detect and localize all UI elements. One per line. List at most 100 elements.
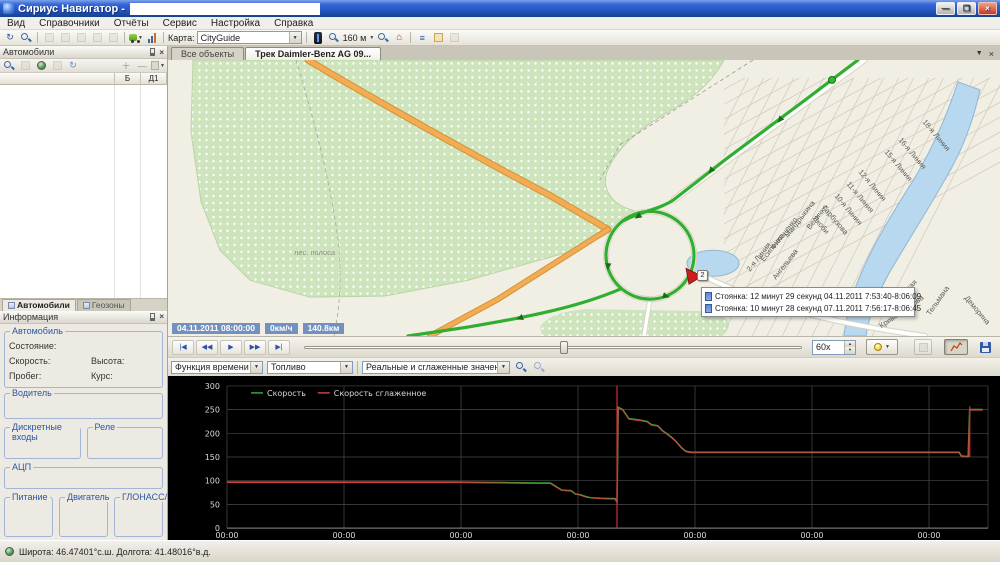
slider-thumb[interactable] (560, 341, 568, 354)
driver-groupbox-label: Водитель (10, 388, 54, 398)
save-button[interactable] (976, 339, 994, 355)
column-d1[interactable]: Д1 (141, 73, 167, 84)
home-icon[interactable]: ⌂ (392, 31, 406, 44)
notes-icon[interactable] (431, 31, 445, 44)
glonass-groupbox: ГЛОНАСС/GPS (114, 497, 163, 537)
columns-icon (106, 31, 120, 44)
playback-speed-spinner[interactable]: 60x ▲▼ (812, 340, 856, 355)
search-icon[interactable] (19, 31, 33, 44)
chart-bars-icon[interactable] (145, 31, 159, 44)
relay-label: Реле (93, 422, 118, 432)
zoom-level-value: 160 м (343, 33, 367, 43)
tab-geozones-label: Геозоны (92, 300, 125, 310)
menu-servis[interactable]: Сервис (156, 18, 204, 29)
stop-count-badge[interactable]: 2 (697, 270, 708, 281)
parameter-select[interactable]: Топливо ▼ (267, 361, 353, 374)
speed-chart: 05010015020025030000:0000:0000:0000:0000… (168, 376, 1000, 540)
vehicle-list[interactable] (0, 85, 167, 298)
spin-down-icon[interactable]: ▼ (845, 347, 855, 354)
tab-close-icon[interactable]: × (989, 49, 994, 59)
relay-groupbox: Реле (87, 427, 164, 459)
chevron-down-icon[interactable]: ▼ (885, 344, 890, 350)
vehicles-panel-title: Автомобили (3, 47, 54, 57)
area-label: лес. полоса (294, 248, 335, 257)
vehicle-groupbox-label: Автомобиль (10, 326, 65, 336)
column-b[interactable]: Б (115, 73, 141, 84)
restore-button[interactable]: ❐ (957, 2, 976, 15)
state-label: Состояние: (9, 341, 91, 351)
tips-button[interactable]: ▼ (866, 339, 898, 355)
pin-icon[interactable] (150, 313, 155, 321)
zoom-level-dropdown-icon[interactable]: ▼ (369, 35, 374, 41)
function-select[interactable]: Функция времени ▼ (171, 361, 263, 374)
menu-otchety[interactable]: Отчёты (107, 18, 156, 29)
values-mode-select[interactable]: Реальные и сглаженные значени ▼ (362, 361, 510, 374)
copy-icon (74, 31, 88, 44)
skip-end-button[interactable]: ▶| (268, 340, 290, 355)
chart-zoom-in-icon[interactable] (514, 361, 528, 374)
play-button[interactable]: ▶ (220, 340, 242, 355)
playback-speed-value: 60x (813, 341, 844, 354)
scale-icon[interactable] (311, 31, 325, 44)
refresh-list-icon[interactable]: ↻ (66, 59, 80, 72)
engine-label: Двигатель (65, 492, 111, 502)
chevron-down-icon[interactable]: ▼ (497, 362, 509, 373)
svg-text:00:00: 00:00 (449, 531, 472, 540)
skip-start-button[interactable]: |◀ (172, 340, 194, 355)
menu-vid[interactable]: Вид (0, 18, 32, 29)
show-chart-button[interactable] (944, 339, 968, 355)
adc-label: АЦП (10, 462, 33, 472)
table-icon (58, 31, 72, 44)
save-icon (980, 342, 991, 353)
zoom-in-icon[interactable] (327, 31, 341, 44)
menu-nastroika[interactable]: Настройка (204, 18, 267, 29)
chevron-down-icon[interactable]: ▼ (250, 362, 262, 373)
globe-icon[interactable] (34, 59, 48, 72)
search-vehicle-icon[interactable] (2, 59, 16, 72)
info-panel-body: Автомобиль Состояние: Скорость: Высота: … (0, 324, 167, 541)
stop-tooltip-line: Стоянка: 12 минут 29 секунд 04.11.2011 7… (715, 292, 921, 301)
track-position-slider[interactable] (304, 340, 802, 355)
rewind-button[interactable]: ◀◀ (196, 340, 218, 355)
track-node[interactable] (829, 76, 836, 83)
close-button[interactable]: × (978, 2, 997, 15)
discrete-inputs-label: Дискретные входы (10, 422, 80, 442)
info-panel-header: Информация × (0, 311, 167, 324)
zoom-out-icon[interactable] (376, 31, 390, 44)
chart-zoom-out-icon (532, 361, 546, 374)
stop-report-icon (705, 292, 712, 301)
chevron-down-icon[interactable]: ▼ (340, 362, 352, 373)
close-panel-icon[interactable]: × (159, 48, 164, 57)
map-select-value: CityGuide (198, 33, 289, 43)
status-bar: Широта: 46.47401°с.ш. Долгота: 41.48016°… (0, 540, 1000, 562)
tab-geozones[interactable]: Геозоны (77, 299, 131, 311)
map-canvas[interactable]: 18-я Линия16-я Линия15-я Линия12-я Линия… (168, 60, 1000, 336)
svg-text:00:00: 00:00 (683, 531, 706, 540)
fast-forward-button[interactable]: ▶▶ (244, 340, 266, 355)
toolbar-separator (124, 32, 125, 43)
svg-text:00:00: 00:00 (917, 531, 940, 540)
vehicle-filter-icon[interactable]: ▼ (129, 31, 143, 44)
close-panel-icon[interactable]: × (159, 312, 164, 321)
refresh-icon[interactable]: ↻ (3, 31, 17, 44)
menu-spravochniki[interactable]: Справочники (32, 18, 107, 29)
tab-scroll-icon[interactable]: ▼ (976, 50, 983, 57)
edit-icon (42, 31, 56, 44)
geozones-tab-icon (83, 302, 90, 309)
svg-text:00:00: 00:00 (332, 531, 355, 540)
tab-vehicles[interactable]: Автомобили (2, 299, 76, 311)
view-menu-icon[interactable]: ▼ (151, 59, 165, 72)
height-label: Высота: (91, 356, 124, 366)
minimize-button[interactable]: — (936, 2, 955, 15)
slider-groove[interactable] (304, 346, 802, 349)
chevron-down-icon[interactable]: ▼ (289, 32, 301, 43)
window-title: Сириус Навигатор - (18, 3, 125, 15)
disabled-button (914, 339, 932, 355)
tab-track[interactable]: Трек Daimler-Benz AG 09... (245, 47, 381, 60)
list-icon[interactable]: ≡ (415, 31, 429, 44)
map-select[interactable]: CityGuide ▼ (197, 31, 302, 44)
pin-icon[interactable] (150, 48, 155, 56)
tab-all-objects[interactable]: Все объекты (171, 47, 244, 60)
menu-spravka[interactable]: Справка (267, 18, 320, 29)
title-bar: Сириус Навигатор - — ❐ × (0, 0, 1000, 17)
